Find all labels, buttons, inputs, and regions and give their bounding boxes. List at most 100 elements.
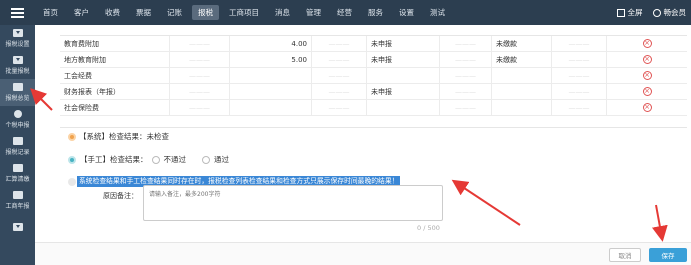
table-row: 教育费附加 ——— 4.00 ——— 未申报 ——— 未缴款 ——— × [60, 35, 687, 52]
sidebar-item-icon [12, 164, 23, 172]
nav-right: 全屏 畅会员 [616, 0, 687, 25]
cell-placeholder: ——— [440, 83, 492, 100]
cell-placeholder: ——— [552, 51, 607, 68]
sidebar-item-icon [12, 56, 23, 64]
fail-option-label[interactable]: 不通过 [164, 154, 187, 165]
cell-action: × [607, 84, 687, 100]
delete-icon[interactable]: × [642, 87, 652, 96]
save-button[interactable]: 保存 [649, 248, 687, 262]
nav-item[interactable]: 票据 [128, 0, 159, 25]
sidebar-item-icon [13, 110, 22, 118]
top-navigation: 首页 客户 收费 票据 记账 报税 工商项目 消息 管理 经营 服务 设置 测试 全屏 畅会员 [0, 0, 691, 25]
reason-label: 原因备注： [103, 192, 138, 200]
sidebar-item[interactable]: 汇算清缴 [0, 160, 35, 187]
sidebar-item-icon [12, 29, 23, 37]
sidebar-item[interactable]: 工商年报 [0, 187, 35, 214]
nav-item[interactable]: 消息 [267, 0, 298, 25]
sidebar-item-icon [12, 191, 23, 199]
cell-status [367, 67, 440, 84]
system-check-result: 【系统】检查结果：未检查 [68, 131, 169, 142]
fullscreen-label: 全屏 [627, 8, 643, 17]
sidebar-item[interactable] [0, 214, 35, 241]
sidebar-item-label: 汇算清缴 [5, 176, 30, 183]
user-menu[interactable]: 畅会员 [652, 7, 687, 18]
cell-placeholder: ——— [552, 35, 607, 52]
sidebar-item[interactable]: 批量报税 [0, 52, 35, 79]
cell-status: 未申报 [367, 83, 440, 100]
cell-placeholder: ——— [552, 99, 607, 116]
nav-item[interactable]: 经营 [329, 0, 360, 25]
delete-icon[interactable]: × [642, 71, 652, 80]
cell-payment-state: 未缴款 [492, 35, 552, 52]
nav-item[interactable]: 设置 [391, 0, 422, 25]
cell-placeholder: ——— [440, 51, 492, 68]
footer-bar: 取消 保存 [35, 242, 691, 265]
sidebar-item-icon [12, 137, 23, 145]
sidebar-item-icon [12, 83, 23, 91]
cell-action: × [607, 68, 687, 84]
cell-placeholder: ——— [170, 35, 230, 52]
cell-placeholder: ——— [312, 83, 367, 100]
nav-item[interactable]: 管理 [298, 0, 329, 25]
cell-placeholder: ——— [440, 35, 492, 52]
cell-placeholder: ——— [170, 99, 230, 116]
tax-table: 教育费附加 ——— 4.00 ——— 未申报 ——— 未缴款 ——— × 地方教育附加 ——— 5.0… [60, 35, 687, 116]
cell-status: 未申报 [367, 51, 440, 68]
sidebar-item-label: 报税总览 [5, 95, 30, 102]
sidebar-item[interactable]: 个税申报 [0, 106, 35, 133]
sidebar: 报税设置批量报税报税总览个税申报 报税记录汇算清缴工商年报 [0, 25, 35, 265]
cell-payment-state: 未缴款 [492, 51, 552, 68]
nav-item[interactable]: 测试 [422, 0, 453, 25]
pass-radio[interactable] [202, 155, 210, 164]
cell-rate [230, 99, 312, 116]
char-counter: 0 / 500 [417, 224, 440, 232]
sidebar-item[interactable]: 报税总览 [0, 79, 35, 106]
cell-placeholder: ——— [440, 99, 492, 116]
nav-item[interactable]: 服务 [360, 0, 391, 25]
cell-status [367, 99, 440, 116]
delete-icon[interactable]: × [642, 55, 652, 64]
cell-action: × [607, 52, 687, 68]
cell-name: 教育费附加 [60, 35, 170, 52]
nav-item[interactable]: 记账 [159, 0, 190, 25]
user-icon [652, 8, 661, 17]
user-label: 畅会员 [663, 8, 687, 17]
sidebar-item[interactable]: 报税设置 [0, 25, 35, 52]
system-check-radio-icon [68, 132, 76, 141]
nav-item[interactable]: 报税 [192, 5, 219, 20]
cell-rate [230, 83, 312, 100]
cancel-button[interactable]: 取消 [609, 248, 641, 262]
manual-check-label: 【手工】检查结果： [80, 155, 148, 164]
cell-placeholder: ——— [312, 99, 367, 116]
cell-rate: 4.00 [230, 35, 312, 52]
delete-icon[interactable]: × [642, 39, 652, 48]
nav-item[interactable]: 首页 [35, 0, 66, 25]
sidebar-item[interactable]: 报税记录 [0, 133, 35, 160]
fullscreen-button[interactable]: 全屏 [616, 7, 643, 18]
cell-action: × [607, 36, 687, 52]
divider [60, 127, 687, 128]
pass-option-label[interactable]: 通过 [214, 154, 229, 165]
cell-rate [230, 67, 312, 84]
cell-name: 工会经费 [60, 67, 170, 84]
fail-radio[interactable] [151, 155, 160, 164]
cell-placeholder: ——— [312, 35, 367, 52]
delete-icon[interactable]: × [642, 103, 652, 112]
reason-textarea-wrapper [143, 185, 443, 221]
nav-item[interactable]: 客户 [66, 0, 97, 25]
reason-textarea[interactable] [144, 186, 442, 220]
sidebar-item-label: 报税设置 [5, 41, 30, 48]
cell-payment-state [492, 67, 552, 84]
menu-icon[interactable] [0, 0, 35, 25]
cell-payment-state [492, 99, 552, 116]
cell-placeholder: ——— [552, 83, 607, 100]
cell-action: × [607, 100, 687, 116]
table-row: 财务报表（年报） ——— ——— 未申报 ——— ——— × [60, 83, 687, 100]
main-content: 教育费附加 ——— 4.00 ——— 未申报 ——— 未缴款 ——— × 地方教育附加 ——— 5.0… [35, 25, 691, 265]
manual-check-result: 【手工】检查结果： 不通过 通过 [68, 154, 229, 165]
cell-placeholder: ——— [552, 67, 607, 84]
nav-item[interactable]: 收费 [97, 0, 128, 25]
cell-placeholder: ——— [312, 51, 367, 68]
nav-item[interactable]: 工商项目 [221, 0, 267, 25]
cell-name: 地方教育附加 [60, 51, 170, 68]
